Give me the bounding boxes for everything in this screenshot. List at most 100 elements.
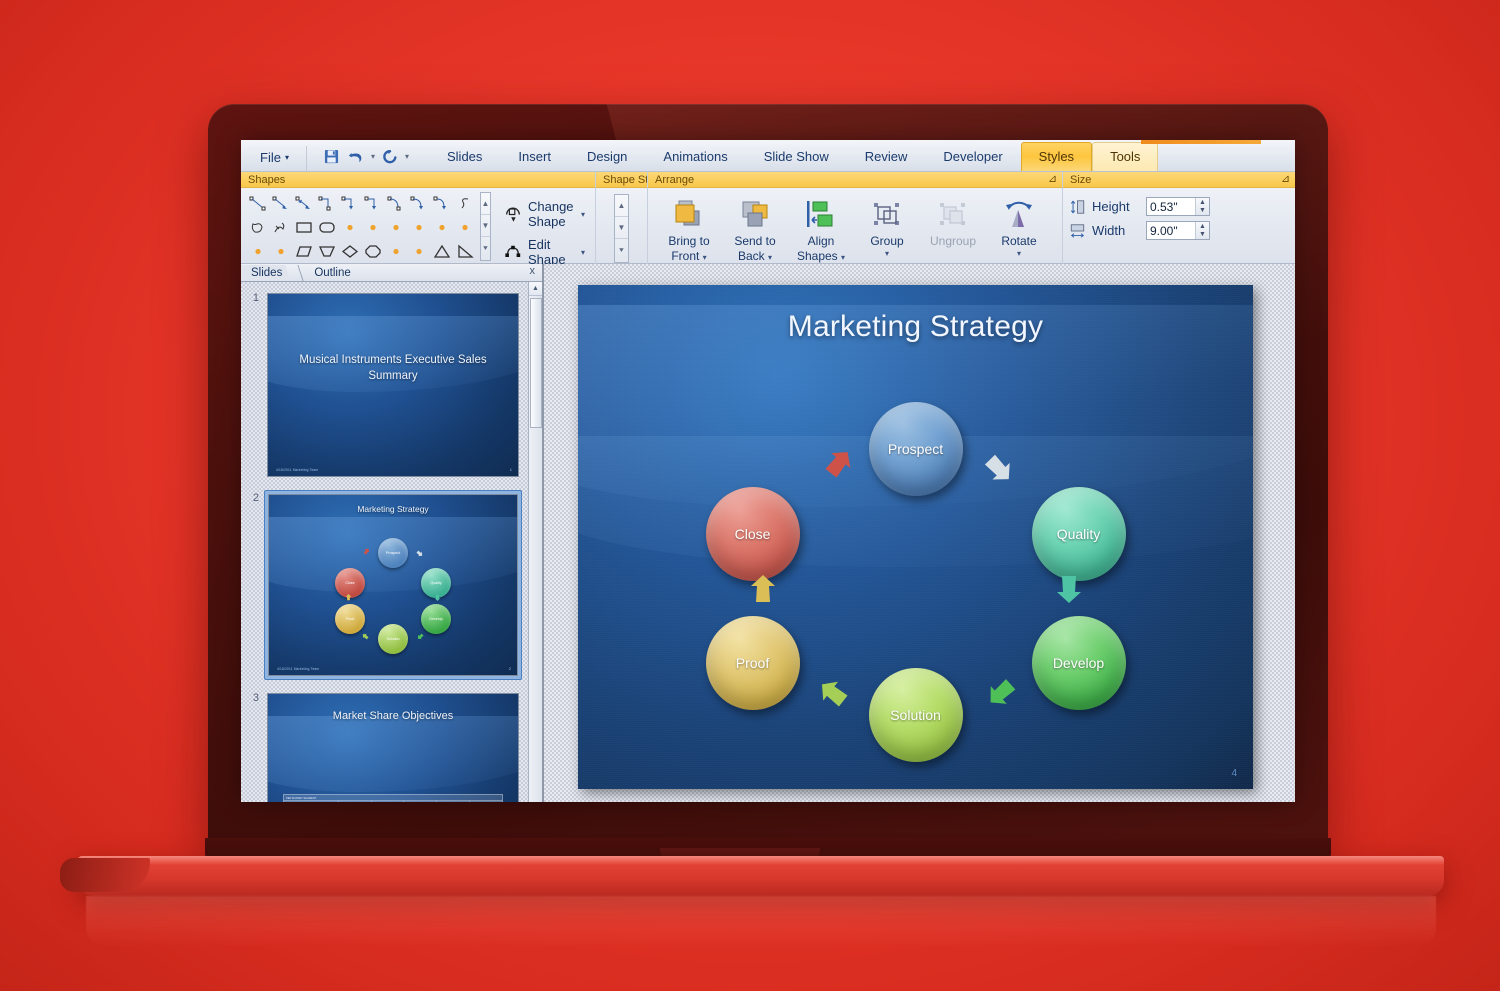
shape-curved-double-arrow[interactable] — [431, 192, 453, 215]
shape-elbow-double-arrow[interactable] — [362, 192, 384, 215]
slide-thumbnail-list[interactable]: 1 Musical Instruments Executive Sales Su… — [241, 282, 542, 802]
shape-more-10[interactable] — [408, 240, 430, 263]
slide-thumbnail-3[interactable]: 3 Market Share Objectives PER MARKET SEG… — [247, 690, 522, 802]
chevron-down-icon[interactable]: ▾ — [885, 250, 889, 258]
ungroup-button[interactable]: Ungroup — [922, 192, 984, 251]
stepper-down-icon[interactable]: ▼ — [1196, 231, 1209, 240]
gallery-scroll-up-icon[interactable]: ▲ — [615, 195, 628, 217]
node-quality[interactable]: Quality — [1031, 487, 1126, 581]
current-slide[interactable]: Marketing Strategy Prospect Quality Deve… — [578, 285, 1253, 789]
thumbnail-scrollbar[interactable]: ▲ — [528, 282, 542, 802]
dialog-launcher-icon[interactable]: ⊿ — [1047, 174, 1058, 185]
scrollbar-thumb[interactable] — [530, 298, 542, 428]
shape-elbow-arrow[interactable] — [339, 192, 361, 215]
shape-curved-connector[interactable] — [385, 192, 407, 215]
chevron-down-icon[interactable]: ▾ — [703, 253, 707, 262]
tab-design[interactable]: Design — [569, 142, 645, 171]
gallery-scroll-down-icon[interactable]: ▼ — [481, 215, 490, 237]
shape-rounded-rectangle[interactable] — [316, 216, 338, 239]
slide-title[interactable]: Marketing Strategy — [578, 310, 1253, 344]
shape-triangle[interactable] — [431, 240, 453, 263]
stepper-down-icon[interactable]: ▼ — [1196, 207, 1209, 216]
tab-slide-show[interactable]: Slide Show — [746, 142, 847, 171]
bring-to-front-button[interactable]: Bring to Front ▾ — [658, 192, 720, 267]
shape-line[interactable] — [247, 192, 269, 215]
tab-styles[interactable]: Styles — [1020, 142, 1093, 171]
shape-trapezoid[interactable] — [316, 240, 338, 263]
shape-scribble[interactable] — [454, 192, 476, 215]
shape-more-6[interactable] — [454, 216, 476, 239]
shape-curved-arrow[interactable] — [408, 192, 430, 215]
pane-tab-outline[interactable]: Outline — [304, 265, 362, 281]
chevron-down-icon[interactable]: ▾ — [581, 210, 585, 219]
shape-line-arrow[interactable] — [270, 192, 292, 215]
shape-styles-gallery-scroll[interactable]: ▲ ▼ ⯆ — [614, 194, 629, 263]
tab-review[interactable]: Review — [847, 142, 926, 171]
shape-height-input[interactable] — [1147, 198, 1195, 215]
gallery-scroll-down-icon[interactable]: ▼ — [615, 217, 628, 239]
stepper-up-icon[interactable]: ▲ — [1196, 198, 1209, 207]
slide-thumbnail-2[interactable]: 2 Marketing Strategy Prospect Quality De… — [247, 490, 522, 680]
redo-button[interactable] — [379, 146, 401, 167]
thumb-frame[interactable]: Market Share Objectives PER MARKET SEGME… — [264, 690, 522, 802]
rotate-button[interactable]: Rotate ▾ — [988, 192, 1050, 260]
shape-line-double-arrow[interactable] — [293, 192, 315, 215]
shape-more-9[interactable] — [385, 240, 407, 263]
gallery-more-icon[interactable]: ⯆ — [615, 239, 628, 262]
shape-width-arrows[interactable]: ▲ ▼ — [1195, 222, 1209, 239]
shape-width-stepper[interactable]: ▲▼ — [1146, 221, 1210, 240]
node-proof[interactable]: Proof — [705, 616, 800, 710]
stepper-up-icon[interactable]: ▲ — [1196, 222, 1209, 231]
node-prospect[interactable]: Prospect — [868, 402, 963, 496]
node-close[interactable]: Close — [705, 487, 800, 581]
slide-thumbnail-1[interactable]: 1 Musical Instruments Executive Sales Su… — [247, 290, 522, 480]
pane-tab-slides[interactable]: Slides — [241, 265, 295, 281]
tab-insert[interactable]: Insert — [500, 142, 569, 171]
undo-button[interactable] — [345, 146, 367, 167]
chevron-down-icon[interactable]: ▾ — [768, 253, 772, 262]
cycle-diagram[interactable]: Prospect Quality Develop Solution Proof … — [705, 402, 1126, 762]
shape-diamond[interactable] — [339, 240, 361, 263]
shape-height-stepper[interactable]: ▲▼ — [1146, 197, 1210, 216]
tab-tools[interactable]: Tools — [1092, 142, 1159, 171]
change-shape-button[interactable]: Change Shape ▾ — [500, 197, 589, 231]
file-tab[interactable]: File ▾ — [249, 145, 300, 171]
dialog-launcher-icon[interactable]: ⊿ — [1280, 174, 1291, 185]
gallery-scroll-up-icon[interactable]: ▲ — [481, 193, 490, 215]
shapes-gallery-scroll[interactable]: ▲ ▼ ⯆ — [480, 192, 491, 261]
shape-right-triangle[interactable] — [454, 240, 476, 263]
tab-animations[interactable]: Animations — [645, 142, 745, 171]
shape-more-1[interactable] — [339, 216, 361, 239]
shape-parallelogram[interactable] — [293, 240, 315, 263]
chevron-down-icon[interactable]: ▾ — [841, 253, 845, 262]
shape-width-input[interactable] — [1147, 222, 1195, 239]
save-button[interactable] — [321, 146, 343, 167]
shape-more-4[interactable] — [408, 216, 430, 239]
shape-elbow-connector[interactable] — [316, 192, 338, 215]
shape-height-arrows[interactable]: ▲ ▼ — [1195, 198, 1209, 215]
gallery-more-icon[interactable]: ⯆ — [481, 237, 490, 260]
shape-more-2[interactable] — [362, 216, 384, 239]
chevron-down-icon[interactable]: ▾ — [581, 248, 585, 257]
shape-rectangle[interactable] — [293, 216, 315, 239]
node-solution[interactable]: Solution — [868, 668, 963, 762]
tab-developer[interactable]: Developer — [925, 142, 1020, 171]
shape-more-7[interactable] — [247, 240, 269, 263]
node-develop[interactable]: Develop — [1031, 616, 1126, 710]
align-shapes-button[interactable]: Align Shapes ▾ — [790, 192, 852, 267]
shape-freeform-scribble[interactable] — [270, 216, 292, 239]
send-to-back-button[interactable]: Send to Back ▾ — [724, 192, 786, 267]
tab-slides[interactable]: Slides — [429, 142, 500, 171]
close-icon[interactable]: x — [530, 265, 536, 277]
qat-customize-caret[interactable]: ▾ — [403, 152, 411, 161]
shapes-gallery[interactable] — [247, 192, 476, 263]
scroll-up-icon[interactable]: ▲ — [529, 282, 542, 296]
group-button[interactable]: Group ▾ — [856, 192, 918, 260]
shape-more-3[interactable] — [385, 216, 407, 239]
shape-octagon[interactable] — [362, 240, 384, 263]
shape-more-5[interactable] — [431, 216, 453, 239]
chevron-down-icon[interactable]: ▾ — [1017, 250, 1021, 258]
undo-dropdown-caret[interactable]: ▾ — [369, 152, 377, 161]
thumb-frame[interactable]: Musical Instruments Executive Sales Summ… — [264, 290, 522, 480]
thumb-frame-selected[interactable]: Marketing Strategy Prospect Quality Deve… — [264, 490, 522, 680]
